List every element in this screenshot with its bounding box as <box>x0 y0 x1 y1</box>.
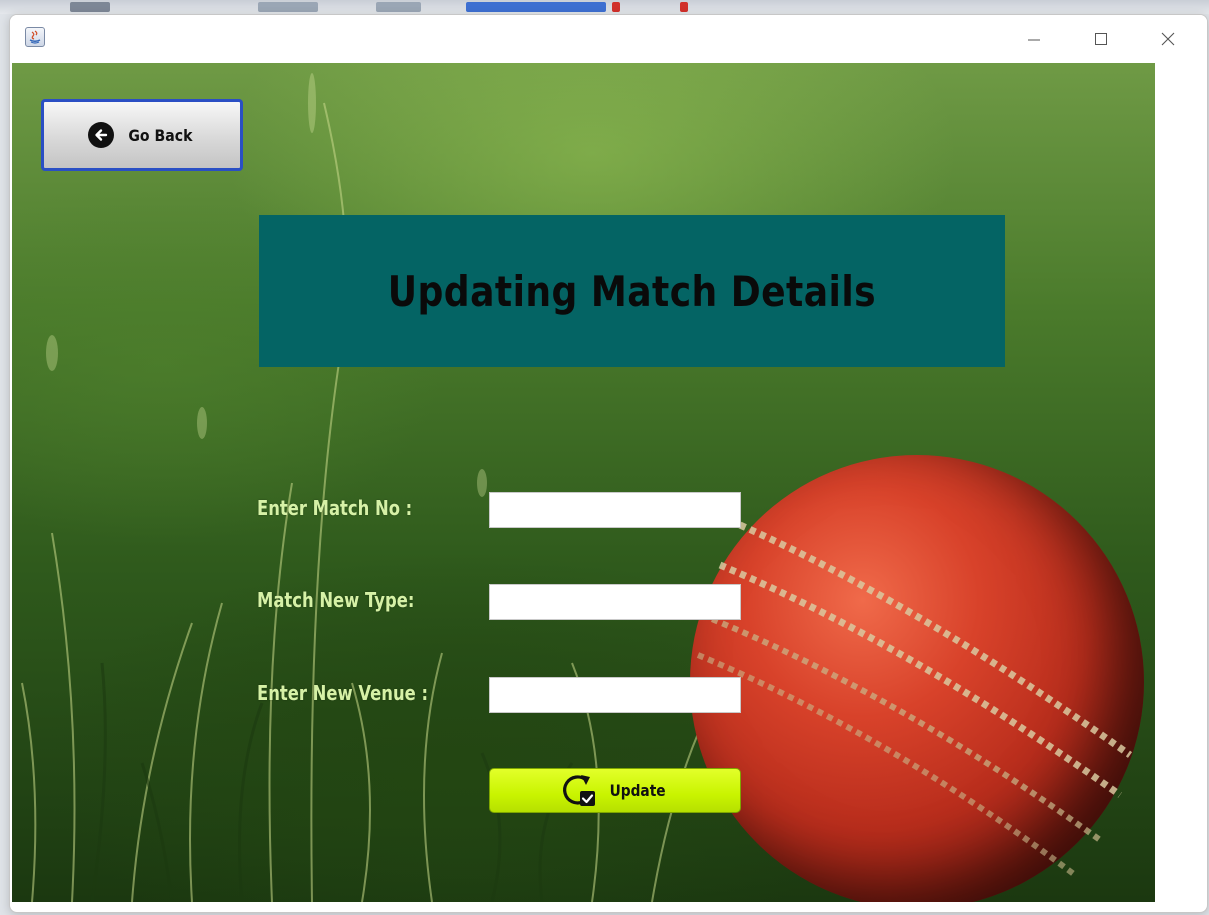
match-type-label: Match New Type: <box>257 588 415 612</box>
go-back-label: Go Back <box>127 125 193 145</box>
maximize-icon <box>1094 32 1108 46</box>
close-button[interactable] <box>1148 25 1188 53</box>
venue-input[interactable] <box>489 677 741 713</box>
match-no-input[interactable] <box>489 492 741 528</box>
cricket-ball-image <box>690 455 1144 902</box>
update-button[interactable]: Update <box>489 768 741 813</box>
go-back-button[interactable]: Go Back <box>41 99 243 171</box>
close-icon <box>1161 32 1175 46</box>
arrow-left-circle-icon <box>87 122 114 148</box>
minimize-icon <box>1027 32 1041 46</box>
background-app-strip <box>0 0 1209 14</box>
java-app-icon <box>25 27 45 47</box>
match-no-label: Enter Match No : <box>257 496 413 520</box>
maximize-button[interactable] <box>1081 25 1121 53</box>
title-banner: Updating Match Details <box>259 215 1005 367</box>
app-window: Go Back Updating Match Details Enter Mat… <box>9 14 1208 913</box>
refresh-check-icon <box>563 774 596 806</box>
title-bar <box>10 15 1207 63</box>
update-label: Update <box>609 781 667 800</box>
match-type-input[interactable] <box>489 584 741 620</box>
background-panel: Go Back Updating Match Details Enter Mat… <box>12 63 1155 902</box>
page-title: Updating Match Details <box>387 266 877 316</box>
venue-label: Enter New Venue : <box>257 681 429 705</box>
minimize-button[interactable] <box>1014 25 1054 53</box>
